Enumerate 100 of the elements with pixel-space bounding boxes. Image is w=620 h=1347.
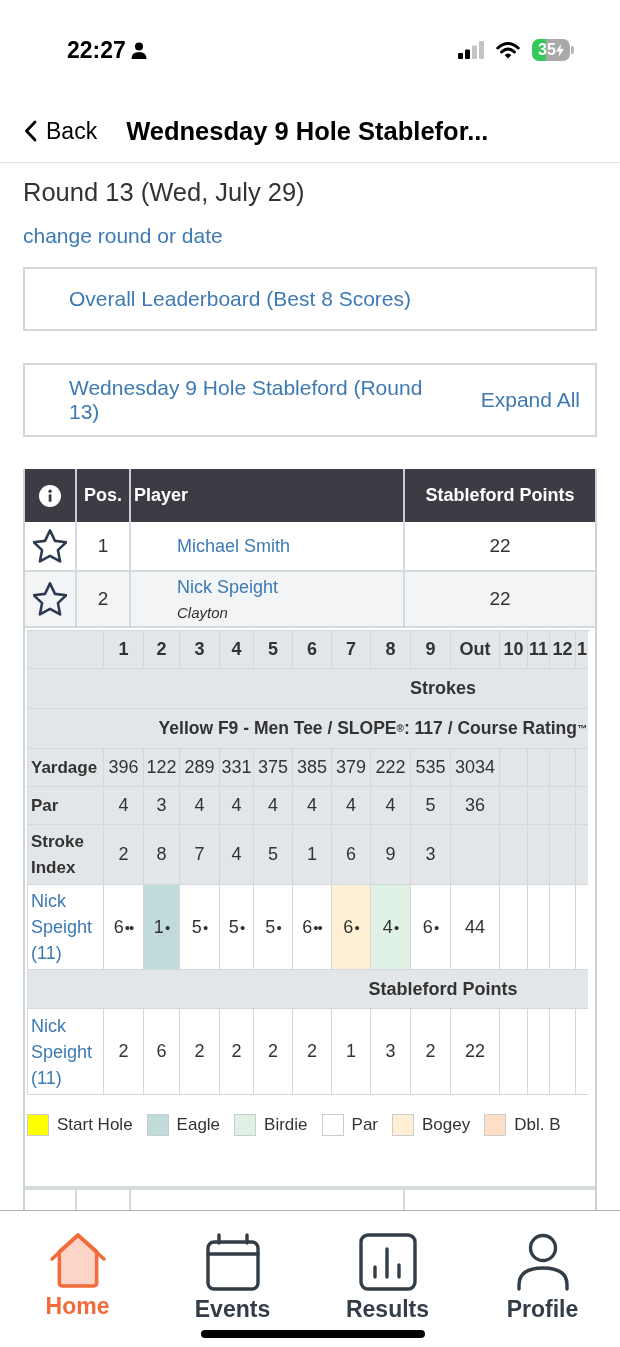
hole-number: 2: [144, 631, 180, 669]
hole-number: Out: [451, 631, 500, 669]
table-cell: 8: [144, 825, 180, 885]
event-title-link[interactable]: Wednesday 9 Hole Stableford (Round 13): [69, 376, 434, 424]
legend-label: Eagle: [176, 1115, 221, 1135]
hole-number: 3: [180, 631, 220, 669]
table-cell: 3: [144, 787, 180, 825]
table-cell: 4: [180, 787, 220, 825]
calendar-icon: [205, 1233, 260, 1291]
table-cell: [500, 825, 528, 885]
table-cell: 5: [254, 825, 293, 885]
table-cell: 1: [293, 825, 332, 885]
hole-number: 9: [411, 631, 451, 669]
table-cell: 4: [220, 787, 254, 825]
table-cell: 289: [180, 749, 220, 787]
house-icon: [49, 1233, 106, 1288]
player-link[interactable]: Nick Speight (11): [31, 888, 103, 966]
player-link[interactable]: Nick Speight: [177, 577, 279, 598]
hole-number: 5: [254, 631, 293, 669]
table-cell: [528, 825, 550, 885]
table-cell: [550, 825, 576, 885]
table-cell: 4: [293, 787, 332, 825]
page-title: Wednesday 9 Hole Stablefor...: [126, 116, 489, 146]
row-label: Yardage: [28, 749, 104, 787]
table-cell: 3: [411, 825, 451, 885]
back-button[interactable]: Back: [24, 117, 98, 145]
hole-number: 12: [550, 631, 576, 669]
round-title: Round 13 (Wed, July 29): [23, 177, 306, 207]
table-cell: 396: [104, 749, 144, 787]
player-link[interactable]: Michael Smith: [177, 535, 291, 557]
hole-number: 1: [576, 631, 588, 669]
hole-number: 4: [220, 631, 254, 669]
row-label: Par: [28, 787, 104, 825]
table-cell: [576, 787, 588, 825]
star-icon[interactable]: [33, 529, 67, 563]
legend-label: Bogey: [422, 1115, 471, 1135]
table-cell: 4: [220, 825, 254, 885]
star-icon[interactable]: [33, 582, 67, 616]
table-cell: 2: [293, 1009, 332, 1095]
table-cell: 122: [144, 749, 180, 787]
position-cell: 1: [77, 522, 131, 570]
table-cell: 2: [104, 1009, 144, 1095]
table-cell: 385: [293, 749, 332, 787]
tee-info: Yellow F9 - Men Tee / SLOPE$^{®}$: 117 / Course Rating$^{™}$: [28, 709, 588, 749]
table-cell: 4: [104, 787, 144, 825]
position-cell: 2: [77, 572, 131, 626]
table-cell: 4: [332, 787, 371, 825]
bar-chart-icon: [358, 1233, 417, 1291]
status-time: 22:27: [67, 36, 126, 64]
table-cell: [451, 825, 500, 885]
table-cell: 4: [254, 787, 293, 825]
hole-number: 7: [332, 631, 371, 669]
player-link[interactable]: Nick Speight (11): [31, 1012, 103, 1091]
person-outline-icon: [515, 1233, 570, 1291]
nav-tab[interactable]: Results: [310, 1211, 465, 1347]
nav-tab[interactable]: Profile: [465, 1211, 620, 1347]
section-heading: Stableford Points: [28, 970, 588, 1009]
table-cell: 6: [332, 825, 371, 885]
hole-number: 8: [371, 631, 411, 669]
table-cell: 2: [254, 1009, 293, 1095]
overall-leaderboard-link[interactable]: Overall Leaderboard (Best 8 Scores): [23, 267, 597, 331]
table-cell: 535: [411, 749, 451, 787]
table-cell: 379: [332, 749, 371, 787]
expand-all-link[interactable]: Expand All: [480, 388, 580, 412]
legend-label: Par: [351, 1115, 378, 1135]
table-cell: [576, 825, 588, 885]
hole-number: 1: [104, 631, 144, 669]
legend-label: Dbl. B: [514, 1115, 561, 1135]
table-cell: 2: [220, 1009, 254, 1095]
table-cell: 331: [220, 749, 254, 787]
chevron-icon: [24, 120, 37, 142]
hole-number: 11: [528, 631, 550, 669]
section-heading: Strokes: [28, 669, 588, 709]
row-label: Stroke Index: [28, 825, 104, 885]
table-cell: 36: [451, 787, 500, 825]
wifi-icon: [496, 41, 520, 59]
table-cell: 22: [451, 1009, 500, 1095]
table-cell: 222: [371, 749, 411, 787]
nav-tab[interactable]: Home: [0, 1211, 155, 1347]
bolt-icon: [555, 43, 564, 57]
legend-label: Birdie: [264, 1115, 308, 1135]
hole-number: 6: [293, 631, 332, 669]
person-icon: [130, 41, 147, 59]
table-cell: 2: [104, 825, 144, 885]
hole-number: 10: [500, 631, 528, 669]
table-cell: 3034: [451, 749, 500, 787]
table-cell: 2: [411, 1009, 451, 1095]
column-header: Stableford Points: [424, 484, 576, 507]
nav-tab[interactable]: Events: [155, 1211, 310, 1347]
table-cell: 9: [371, 825, 411, 885]
info-icon[interactable]: [39, 484, 61, 507]
table-cell: 4: [371, 787, 411, 825]
table-cell: 375: [254, 749, 293, 787]
points-cell-text: 22: [488, 587, 512, 611]
signal-icon: [458, 41, 484, 59]
table-cell: 6: [144, 1009, 180, 1095]
club-name: Clayton: [177, 604, 228, 621]
change-round-link[interactable]: change round or date: [23, 223, 223, 248]
points-cell-text: 22: [488, 534, 512, 558]
legend-label: Start Hole: [57, 1115, 133, 1135]
